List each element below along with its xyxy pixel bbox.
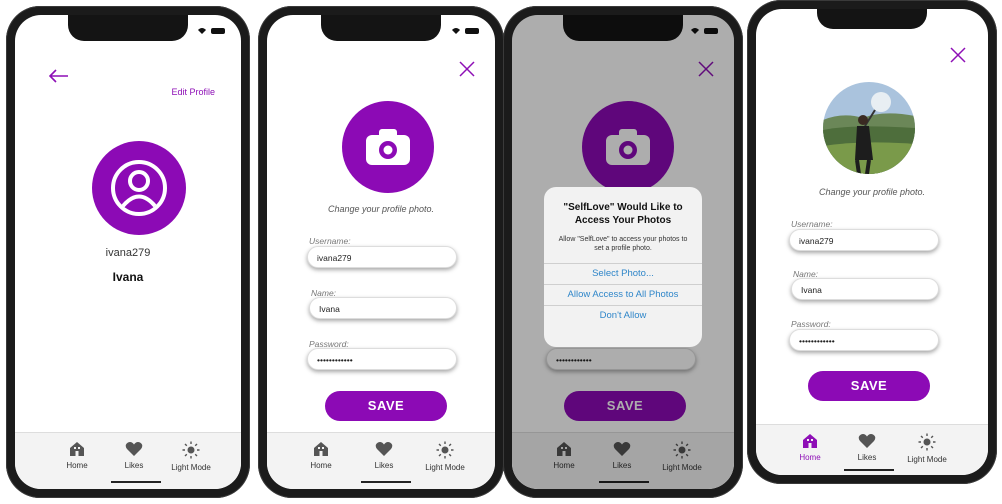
notch bbox=[68, 15, 188, 41]
allow-all-photos-option[interactable]: Allow Access to All Photos bbox=[544, 284, 702, 305]
tab-likes-label: Likes bbox=[374, 461, 394, 470]
battery-icon bbox=[211, 28, 225, 34]
tab-bar: Home Likes Light Mode bbox=[15, 432, 241, 489]
heart-icon bbox=[858, 434, 876, 448]
dialog-message: Allow "SelfLove" to access your photos t… bbox=[558, 236, 688, 252]
camera-avatar-button[interactable] bbox=[342, 101, 434, 193]
tab-home-label: Home bbox=[310, 461, 332, 470]
profile-avatar bbox=[92, 141, 186, 235]
camera-icon bbox=[366, 129, 410, 165]
back-arrow-icon[interactable] bbox=[49, 69, 69, 83]
tab-home-label: Home bbox=[66, 461, 88, 470]
password-field[interactable]: •••••••••••• bbox=[307, 348, 457, 370]
tab-home[interactable]: Home bbox=[780, 433, 840, 462]
password-field[interactable]: •••••••••••• bbox=[789, 329, 939, 351]
edit-profile-link[interactable]: Edit Profile bbox=[171, 87, 215, 97]
screen-permission: •••••••••••• SAVE Home Likes Light Mode … bbox=[512, 15, 734, 489]
phone-edit-profile: Change your profile photo. Username: iva… bbox=[258, 6, 504, 498]
status-bar bbox=[197, 27, 225, 35]
home-icon bbox=[70, 442, 84, 456]
tab-light-mode-label: Light Mode bbox=[907, 455, 947, 464]
close-icon[interactable] bbox=[459, 61, 475, 77]
tab-light-mode[interactable]: Light Mode bbox=[161, 441, 221, 472]
select-photo-option[interactable]: Select Photo... bbox=[544, 263, 702, 284]
username-label: Username: bbox=[309, 236, 351, 246]
tab-active-indicator bbox=[361, 481, 411, 483]
wifi-icon bbox=[198, 28, 206, 34]
tab-likes-label: Likes bbox=[124, 461, 144, 470]
tab-home[interactable]: Home bbox=[47, 441, 107, 470]
tab-likes[interactable]: Likes bbox=[104, 441, 164, 470]
password-label: Password: bbox=[791, 319, 831, 329]
save-button[interactable]: SAVE bbox=[325, 391, 447, 421]
tab-bar: Home Likes Light Mode bbox=[267, 432, 495, 489]
battery-icon bbox=[465, 28, 479, 34]
dont-allow-option[interactable]: Don't Allow bbox=[544, 305, 702, 326]
tab-likes[interactable]: Likes bbox=[354, 441, 414, 470]
status-bar bbox=[451, 27, 479, 35]
tab-light-mode-label: Light Mode bbox=[425, 463, 465, 472]
heart-icon bbox=[375, 442, 393, 456]
heart-icon bbox=[125, 442, 143, 456]
home-icon bbox=[803, 434, 817, 448]
phone-photo-set: Change your profile photo. Username: iva… bbox=[747, 0, 997, 484]
name-field[interactable]: Ivana bbox=[309, 297, 457, 319]
home-icon bbox=[314, 442, 328, 456]
tab-light-mode[interactable]: Light Mode bbox=[415, 441, 475, 472]
tab-home[interactable]: Home bbox=[291, 441, 351, 470]
dialog-title: "SelfLove" Would Like to Access Your Pho… bbox=[563, 202, 683, 226]
name-field[interactable]: Ivana bbox=[791, 278, 939, 300]
notch bbox=[321, 15, 441, 41]
tab-light-mode[interactable]: Light Mode bbox=[897, 433, 957, 464]
profile-username: ivana279 bbox=[105, 247, 151, 259]
wifi-icon bbox=[452, 28, 460, 34]
save-button[interactable]: SAVE bbox=[808, 371, 930, 401]
screen-photo-set: Change your profile photo. Username: iva… bbox=[756, 9, 988, 475]
tab-light-mode-label: Light Mode bbox=[171, 463, 211, 472]
screen-edit-profile: Change your profile photo. Username: iva… bbox=[267, 15, 495, 489]
change-photo-caption: Change your profile photo. bbox=[327, 204, 435, 214]
profile-photo bbox=[823, 82, 915, 174]
notch bbox=[817, 9, 927, 29]
tab-likes-label: Likes bbox=[857, 453, 877, 462]
tab-active-indicator bbox=[844, 469, 894, 471]
phone-profile-view: Edit Profile ivana279 Ivana Home Likes L… bbox=[6, 6, 250, 498]
username-label: Username: bbox=[791, 219, 833, 229]
profile-photo-image bbox=[823, 82, 915, 174]
sun-icon bbox=[182, 441, 200, 459]
sun-icon bbox=[918, 433, 936, 451]
username-field[interactable]: ivana279 bbox=[789, 229, 939, 251]
user-icon bbox=[111, 160, 167, 216]
tab-bar: Home Likes Light Mode bbox=[756, 424, 988, 475]
tab-likes[interactable]: Likes bbox=[837, 433, 897, 462]
username-field[interactable]: ivana279 bbox=[307, 246, 457, 268]
tab-home-label: Home bbox=[799, 453, 821, 462]
change-photo-caption: Change your profile photo. bbox=[818, 187, 926, 197]
close-icon[interactable] bbox=[950, 47, 966, 63]
profile-name: Ivana bbox=[112, 270, 144, 284]
screen-profile: Edit Profile ivana279 Ivana Home Likes L… bbox=[15, 15, 241, 489]
tab-active-indicator bbox=[111, 481, 161, 483]
phone-permission-dialog: •••••••••••• SAVE Home Likes Light Mode … bbox=[503, 6, 743, 498]
photo-permission-dialog: "SelfLove" Would Like to Access Your Pho… bbox=[544, 187, 702, 347]
sun-icon bbox=[436, 441, 454, 459]
